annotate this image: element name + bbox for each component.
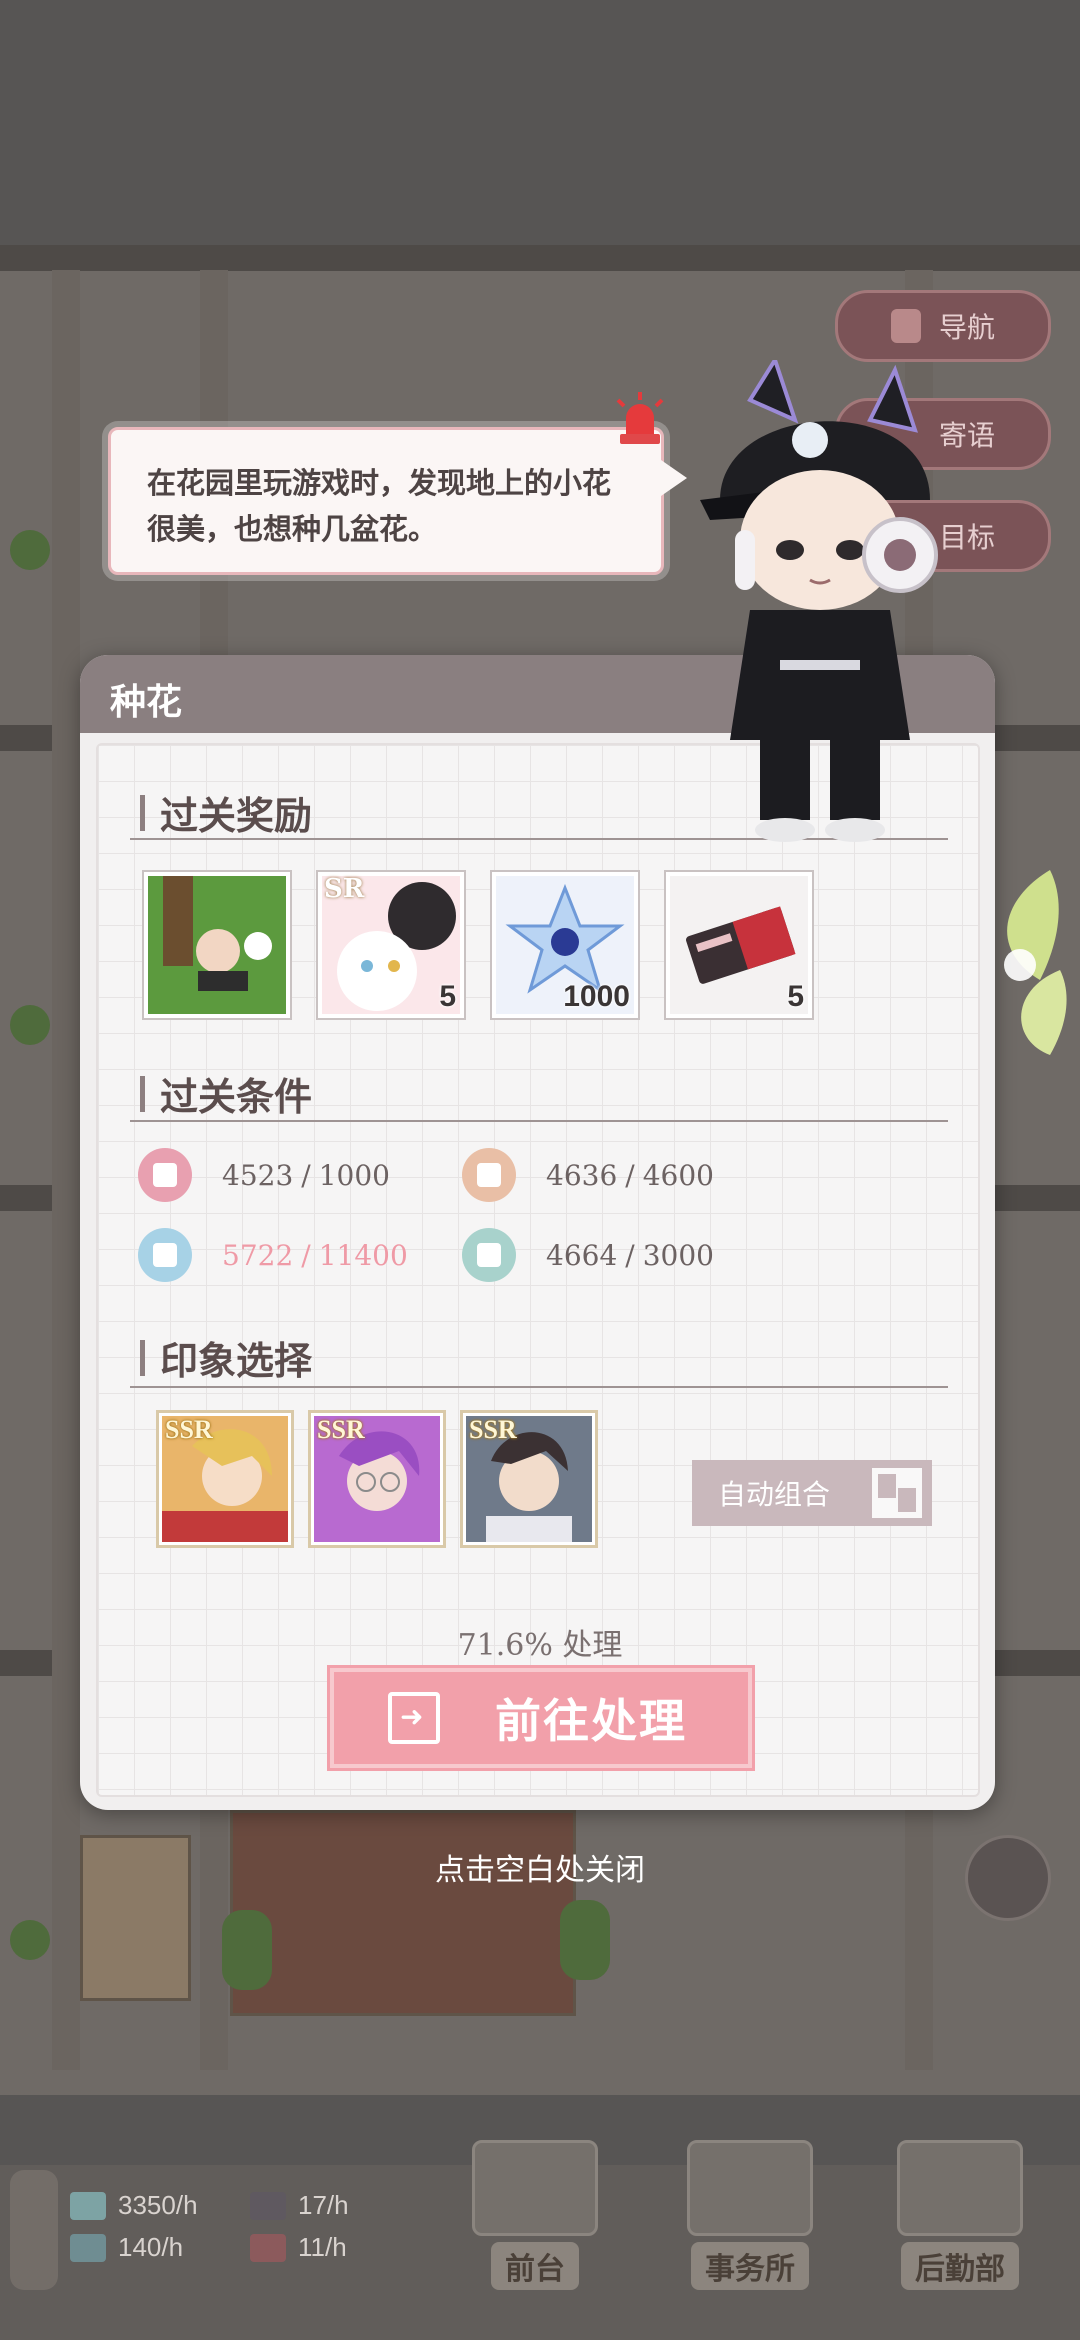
resource-grad: 17/h bbox=[250, 2190, 349, 2221]
desk-icon bbox=[472, 2140, 598, 2236]
enter-icon bbox=[388, 1692, 440, 1744]
tab-office[interactable]: 事务所 bbox=[680, 2140, 820, 2290]
conditions-section-title: 过关条件 bbox=[139, 1066, 312, 1121]
dumbbell-icon bbox=[138, 1148, 192, 1202]
resource-gift: 11/h bbox=[250, 2232, 347, 2263]
resource-book: 140/h bbox=[70, 2232, 183, 2263]
plant bbox=[222, 1910, 272, 1990]
chibi-character bbox=[700, 360, 938, 842]
flower-icon bbox=[462, 1228, 516, 1282]
rewards-section-title: 过关奖励 bbox=[139, 785, 312, 840]
impression-section-title: 印象选择 bbox=[139, 1330, 312, 1385]
plant bbox=[560, 1900, 610, 1980]
divider bbox=[130, 1120, 948, 1122]
impression-card[interactable]: SSR bbox=[156, 1410, 294, 1548]
logistics-icon bbox=[897, 2140, 1023, 2236]
pillar bbox=[52, 270, 80, 2070]
tab-reception[interactable]: 前台 bbox=[465, 2140, 605, 2290]
map-pin-icon bbox=[890, 309, 921, 343]
condition-item: 4664/3000 bbox=[462, 1228, 714, 1282]
plant bbox=[10, 530, 50, 570]
bubble-text: 在花园里玩游戏时，发现地上的小花很美，也想种几盆花。 bbox=[147, 466, 612, 546]
speech-bubble: 在花园里玩游戏时，发现地上的小花很美，也想种几盆花。 bbox=[108, 427, 687, 575]
reward-item[interactable] bbox=[142, 870, 292, 1020]
reward-item[interactable]: 1000 bbox=[490, 870, 640, 1020]
book-icon bbox=[70, 2233, 106, 2262]
condition-item: 4523/1000 bbox=[138, 1148, 390, 1202]
office-icon bbox=[687, 2140, 813, 2236]
person-icon bbox=[462, 1148, 516, 1202]
nav-button[interactable]: 导航 bbox=[835, 290, 1051, 362]
alarm-icon bbox=[616, 392, 664, 444]
cards-icon bbox=[872, 1468, 922, 1518]
chibi-card-image bbox=[148, 876, 286, 1014]
resource-money: 3350/h bbox=[70, 2190, 198, 2221]
beam bbox=[0, 245, 1080, 271]
tab-logistics[interactable]: 后勤部 bbox=[890, 2140, 1030, 2290]
scroll-icon[interactable] bbox=[10, 2170, 58, 2290]
gift-icon bbox=[250, 2233, 286, 2262]
auto-combine-button[interactable]: 自动组合 bbox=[692, 1460, 932, 1526]
progress-text: 71.6% 处理 bbox=[457, 1628, 623, 1663]
impression-card[interactable]: SSR bbox=[308, 1410, 446, 1548]
grad-icon bbox=[250, 2191, 286, 2220]
go-handle-button[interactable]: 前往处理 bbox=[330, 1668, 752, 1768]
close-hint[interactable]: 点击空白处关闭 bbox=[0, 1845, 1080, 1889]
reward-item[interactable]: 5 bbox=[664, 870, 814, 1020]
condition-item: 4636/4600 bbox=[462, 1148, 714, 1202]
dialog-title: 种花 bbox=[110, 681, 183, 723]
condition-item-unmet: 5722/11400 bbox=[138, 1228, 408, 1282]
reward-item[interactable]: SR 5 bbox=[316, 870, 466, 1020]
money-icon bbox=[70, 2191, 106, 2220]
leaf-decoration bbox=[1004, 870, 1067, 1055]
graduation-cap-icon bbox=[138, 1228, 192, 1282]
plant bbox=[10, 1005, 50, 1045]
divider bbox=[130, 1386, 948, 1388]
impression-card[interactable]: SSR bbox=[460, 1410, 598, 1548]
plant bbox=[10, 1920, 50, 1960]
reception-desk bbox=[230, 1810, 576, 2016]
